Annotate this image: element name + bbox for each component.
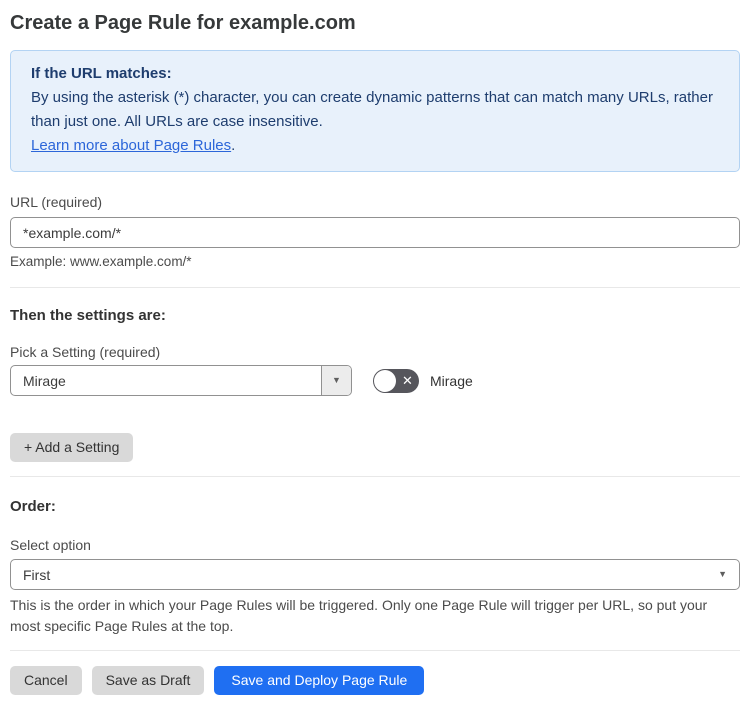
info-box-body: By using the asterisk (*) character, you… [31,89,713,130]
toggle-knob [374,369,396,392]
setting-row: Mirage ▼ ✕ Mirage [10,365,740,396]
url-match-info-box: If the URL matches: By using the asteris… [10,50,740,172]
settings-section-heading: Then the settings are: [10,307,166,324]
toggle-setting-label: Mirage [430,372,473,389]
info-box-heading: If the URL matches: [31,65,172,82]
x-icon: ✕ [402,373,413,388]
url-field-label: URL (required) [10,194,103,210]
divider [10,287,740,288]
divider [10,476,740,477]
pick-setting-label: Pick a Setting (required) [10,344,161,360]
info-box-link-line: Learn more about Page Rules. [31,134,719,158]
order-select[interactable]: First ▼ [10,559,740,590]
create-page-rule-form: Create a Page Rule for example.com If th… [0,0,750,703]
save-and-deploy-button[interactable]: Save and Deploy Page Rule [214,666,425,695]
setting-select-value: Mirage [23,372,66,389]
order-section-heading: Order: [10,498,56,515]
actions-row: Cancel Save as Draft Save and Deploy Pag… [10,666,740,695]
url-input[interactable] [10,217,740,248]
order-select-label: Select option [10,537,91,553]
page-title: Create a Page Rule for example.com [10,12,356,34]
save-as-draft-button[interactable]: Save as Draft [91,666,205,695]
setting-select-arrow-button[interactable]: ▼ [321,366,351,395]
divider [10,650,740,651]
setting-select[interactable]: Mirage ▼ [10,365,352,396]
mirage-toggle[interactable]: ✕ [373,368,419,393]
url-example-helper: Example: www.example.com/* [10,254,192,269]
chevron-down-icon: ▼ [718,569,727,579]
order-select-value: First [23,566,51,583]
learn-more-link[interactable]: Learn more about Page Rules [31,137,231,154]
order-helper-text: This is the order in which your Page Rul… [10,597,708,634]
chevron-down-icon: ▼ [332,375,341,385]
cancel-button[interactable]: Cancel [10,666,82,695]
link-period: . [231,137,236,154]
add-setting-button[interactable]: + Add a Setting [10,433,134,462]
